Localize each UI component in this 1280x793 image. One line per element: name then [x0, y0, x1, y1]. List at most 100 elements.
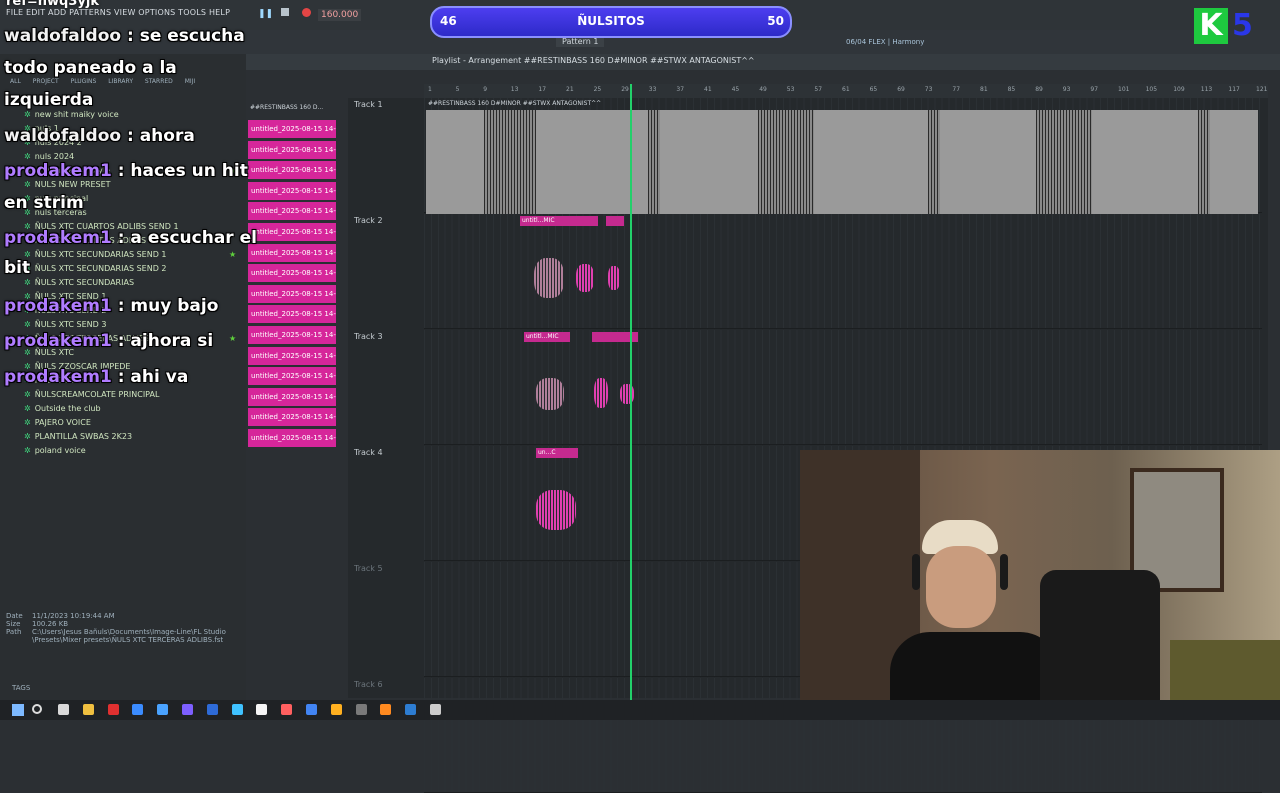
- playlist-header: [246, 54, 1280, 70]
- browser-item[interactable]: ✲ new shit maiky voice: [24, 110, 119, 119]
- audio-clip-header[interactable]: [606, 216, 624, 226]
- browser-item[interactable]: ✲ Outside the club: [24, 404, 101, 413]
- browser-tab-plugins[interactable]: PLUGINS: [71, 78, 97, 85]
- chat-message: waldofaldoo : ahora: [4, 126, 195, 146]
- audio-clip-header[interactable]: [576, 216, 598, 226]
- browser-item[interactable]: ✲ poland voice: [24, 446, 86, 455]
- waveform-burst: [928, 110, 940, 214]
- audio-clip-header[interactable]: untitl...MIC: [520, 216, 576, 226]
- browser-item[interactable]: ✲ ÑULS XTC SECUNDARIAS SEND 2: [24, 264, 166, 273]
- pattern-item[interactable]: untitled_2025-08-15 14-: [248, 223, 336, 241]
- taskbar-app-icon[interactable]: [157, 704, 169, 715]
- ruler-tick: 49: [759, 86, 767, 93]
- pattern-item[interactable]: untitled_2025-08-15 14-: [248, 326, 336, 344]
- preset-icon: ✲: [24, 278, 31, 287]
- taskbar-app-icon[interactable]: [306, 704, 317, 715]
- browser-item[interactable]: ✲ PLANTILLA SWBAS 2K23: [24, 432, 132, 441]
- search-icon[interactable]: [32, 704, 42, 714]
- pattern-item[interactable]: untitled_2025-08-15 14-: [248, 408, 336, 427]
- track-label[interactable]: Track 1: [354, 100, 383, 109]
- taskbar-app-icon[interactable]: [58, 704, 69, 715]
- pattern-item[interactable]: untitled_2025-08-15 14-: [248, 243, 336, 262]
- timeline-ruler[interactable]: 1 5 9 13 17 21 25 29 33 37 41 45 49 53 57 61 65 69 73 77 81 8…: [424, 84, 1268, 98]
- browser-tab-starred[interactable]: STARRED: [145, 78, 173, 85]
- pattern-item[interactable]: untitled_2025-08-15 14-: [248, 120, 336, 138]
- browser-item[interactable]: ✲ ÑULS XTC SEND 3: [24, 320, 106, 329]
- pattern-item[interactable]: untitled_2025-08-15 14-: [248, 140, 336, 159]
- browser-tab-library[interactable]: LIBRARY: [108, 78, 133, 85]
- browser-item[interactable]: ✲ ÑULSCREAMCOLATE PRINCIPAL: [24, 390, 159, 399]
- track-label[interactable]: Track 2: [354, 216, 383, 225]
- taskbar-app-icon[interactable]: [107, 704, 119, 715]
- chat-username: waldofaldoo: [4, 126, 122, 146]
- audio-clip-header[interactable]: [592, 332, 612, 342]
- taskbar-app-icon[interactable]: [405, 704, 417, 715]
- pattern-item[interactable]: untitled_2025-08-15 14-: [248, 346, 336, 365]
- browser-item-label: ÑULS XTC SECUNDARIAS SEND 1: [34, 250, 167, 259]
- taskbar-app-icon[interactable]: [206, 704, 218, 715]
- chat-message: en strim: [4, 193, 84, 213]
- pattern-item[interactable]: untitled_2025-08-15 14-: [248, 264, 336, 283]
- browser-item[interactable]: ✲ PAJERO VOICE: [24, 418, 91, 427]
- taskbar-app-icon[interactable]: [355, 704, 367, 715]
- taskbar-app-icon[interactable]: [256, 704, 268, 715]
- browser-item[interactable]: ✲ nuls 2024: [24, 152, 74, 161]
- pattern-item[interactable]: untitled_2025-08-15 14-: [248, 181, 336, 200]
- browser-item-label: ÑULS XTC SEND 3: [34, 320, 107, 329]
- pattern-item[interactable]: untitled_2025-08-15 14-: [248, 387, 336, 406]
- waveform: [608, 266, 620, 290]
- chat-message: prodakem1 : haces un hit: [4, 161, 248, 181]
- ruler-tick: 29: [621, 86, 629, 93]
- taskbar-app-icon[interactable]: [430, 704, 441, 715]
- browser-tab-all[interactable]: ALL: [10, 78, 21, 85]
- browser-item[interactable]: ✲ NULS NEW PRESET: [24, 180, 111, 189]
- browser-tab-project[interactable]: PROJECT: [33, 78, 59, 85]
- audio-clip-header[interactable]: [612, 332, 638, 342]
- ruler-tick: 77: [952, 86, 961, 93]
- track-label[interactable]: Track 6: [354, 680, 383, 689]
- pattern-item[interactable]: untitled_2025-08-15 14-: [248, 202, 336, 221]
- track-label[interactable]: Track 5: [354, 564, 383, 573]
- arrangement-marker[interactable]: ##RESTINBASS 160 D#MINOR ##STWX ANTAGONI…: [428, 100, 601, 107]
- star-icon[interactable]: ★: [229, 250, 236, 259]
- playhead[interactable]: [630, 84, 632, 700]
- chat-message: prodakem1 : ahi va: [4, 367, 188, 387]
- audio-clip-header[interactable]: un...C: [536, 448, 578, 458]
- browser-tab-miji[interactable]: MIJI: [185, 78, 196, 85]
- stop-button[interactable]: [281, 8, 289, 16]
- waveform-burst: [648, 110, 660, 214]
- pattern-item[interactable]: untitled_2025-08-15 14-: [248, 284, 336, 303]
- taskbar-app-icon[interactable]: [231, 704, 243, 715]
- tags-label[interactable]: TAGS: [12, 684, 30, 692]
- webcam-feed: [800, 450, 1280, 720]
- track-label[interactable]: Track 3: [354, 332, 383, 341]
- main-menu[interactable]: FILE EDIT ADD PATTERNS VIEW OPTIONS TOOL…: [6, 8, 230, 17]
- taskbar-app-icon[interactable]: [182, 704, 193, 715]
- star-icon[interactable]: ★: [229, 334, 236, 343]
- pattern-item[interactable]: untitled_2025-08-15 14-: [248, 367, 336, 386]
- audio-clip-header[interactable]: untitl...MIC: [524, 332, 570, 342]
- chat-text: : se escucha: [121, 26, 245, 46]
- taskbar-app-icon[interactable]: [380, 704, 392, 715]
- pattern-item[interactable]: untitled_2025-08-15 14-: [248, 161, 336, 180]
- preset-icon: ✲: [24, 110, 31, 119]
- ruler-tick: 117: [1228, 86, 1240, 93]
- taskbar-app-icon[interactable]: [132, 704, 144, 715]
- taskbar-app-icon[interactable]: [281, 704, 293, 715]
- record-button[interactable]: [302, 8, 311, 17]
- pattern-item[interactable]: untitled_2025-08-15 14-: [248, 429, 336, 447]
- waveform: [534, 258, 564, 298]
- browser-item[interactable]: ✲ ÑULS XTC SECUNDARIAS: [24, 278, 134, 287]
- browser-item[interactable]: ✲ ÑULS XTC SECUNDARIAS SEND 1 ★: [24, 250, 236, 259]
- start-icon[interactable]: [12, 704, 24, 716]
- track-label[interactable]: Track 4: [354, 448, 383, 457]
- audio-clip-track-1[interactable]: [426, 110, 1258, 214]
- chat-username: prodakem1: [4, 161, 112, 181]
- play-button[interactable]: ❚❚: [258, 9, 273, 19]
- tempo-display[interactable]: 160.000: [318, 9, 362, 21]
- taskbar-app-icon[interactable]: [330, 704, 342, 715]
- taskbar-app-icon[interactable]: [82, 704, 94, 715]
- pattern-item[interactable]: untitled_2025-08-15 14-: [248, 305, 336, 324]
- chat-message: todo paneado a la: [4, 58, 177, 78]
- chat-text: : ajhora si: [111, 331, 214, 351]
